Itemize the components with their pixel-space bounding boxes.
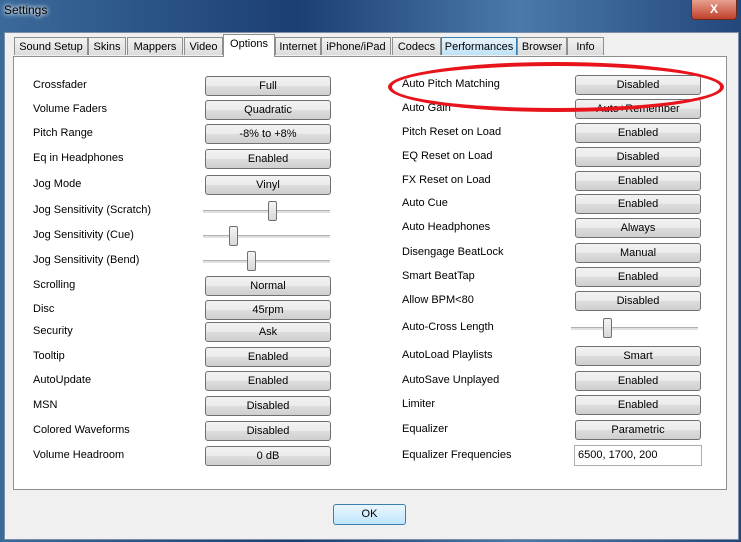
fx-reset-on-load-button[interactable]: Enabled — [575, 171, 701, 191]
auto-headphones-button[interactable]: Always — [575, 218, 701, 238]
disc-label: Disc — [33, 303, 55, 315]
auto-pitch-matching-label: Auto Pitch Matching — [402, 78, 500, 90]
slider-thumb[interactable] — [228, 226, 238, 246]
pitch-range-label: Pitch Range — [33, 127, 93, 139]
smart-beattap-label: Smart BeatTap — [402, 270, 475, 282]
tab-skins[interactable]: Skins — [88, 37, 126, 55]
auto-cross-length-slider[interactable] — [571, 318, 698, 338]
equalizer-label: Equalizer — [402, 423, 448, 435]
close-button[interactable]: X — [691, 0, 737, 20]
autoload-playlists-label: AutoLoad Playlists — [402, 349, 493, 361]
eq-reset-on-load-button[interactable]: Disabled — [575, 147, 701, 167]
pitch-reset-on-load-button[interactable]: Enabled — [575, 123, 701, 143]
allow-bpm-80-button[interactable]: Disabled — [575, 291, 701, 311]
volume-faders-label: Volume Faders — [33, 103, 107, 115]
equalizer-frequencies-label: Equalizer Frequencies — [402, 449, 512, 461]
auto-cross-length-label: Auto-Cross Length — [402, 321, 494, 333]
jog-mode-button[interactable]: Vinyl — [205, 175, 331, 195]
tab-performances[interactable]: Performances — [441, 37, 517, 55]
crossfader-button[interactable]: Full — [205, 76, 331, 96]
tab-mappers[interactable]: Mappers — [127, 37, 183, 55]
window-title: Settings — [4, 3, 48, 17]
eq-in-headphones-button[interactable]: Enabled — [205, 149, 331, 169]
msn-button[interactable]: Disabled — [205, 396, 331, 416]
eq-in-headphones-label: Eq in Headphones — [33, 152, 124, 164]
auto-gain-label: Auto Gain — [402, 102, 451, 114]
slider-track — [203, 210, 330, 213]
pitch-reset-on-load-label: Pitch Reset on Load — [402, 126, 502, 138]
disc-button[interactable]: 45rpm — [205, 300, 331, 320]
fx-reset-on-load-label: FX Reset on Load — [402, 174, 491, 186]
jog-sensitivity-cue-label: Jog Sensitivity (Cue) — [33, 229, 134, 241]
disengage-beatlock-button[interactable]: Manual — [575, 243, 701, 263]
scrolling-button[interactable]: Normal — [205, 276, 331, 296]
jog-sensitivity-cue-slider[interactable] — [203, 226, 330, 246]
jog-sensitivity-bend-slider[interactable] — [203, 251, 330, 271]
slider-track — [203, 235, 330, 238]
eq-reset-on-load-label: EQ Reset on Load — [402, 150, 493, 162]
tab-iphone-ipad[interactable]: iPhone/iPad — [321, 37, 391, 55]
slider-thumb[interactable] — [267, 201, 277, 221]
equalizer-frequencies-input[interactable]: 6500, 1700, 200 — [574, 445, 702, 466]
tab-internet[interactable]: Internet — [275, 37, 321, 55]
volume-headroom-button[interactable]: 0 dB — [205, 446, 331, 466]
auto-gain-button[interactable]: Auto+Remember — [575, 99, 701, 119]
autoupdate-label: AutoUpdate — [33, 374, 92, 386]
slider-thumb[interactable] — [602, 318, 612, 338]
equalizer-button[interactable]: Parametric — [575, 420, 701, 440]
autoload-playlists-button[interactable]: Smart — [575, 346, 701, 366]
tooltip-label: Tooltip — [33, 350, 65, 362]
tab-video[interactable]: Video — [184, 37, 223, 55]
smart-beattap-button[interactable]: Enabled — [575, 267, 701, 287]
jog-sensitivity-bend-label: Jog Sensitivity (Bend) — [33, 254, 140, 266]
crossfader-label: Crossfader — [33, 79, 87, 91]
tab-options[interactable]: Options — [223, 34, 275, 57]
colored-waveforms-button[interactable]: Disabled — [205, 421, 331, 441]
tab-browser[interactable]: Browser — [517, 37, 567, 55]
autosave-unplayed-label: AutoSave Unplayed — [402, 374, 500, 386]
auto-cue-button[interactable]: Enabled — [575, 194, 701, 214]
volume-headroom-label: Volume Headroom — [33, 449, 125, 461]
jog-mode-label: Jog Mode — [33, 178, 82, 190]
autosave-unplayed-button[interactable]: Enabled — [575, 371, 701, 391]
limiter-button[interactable]: Enabled — [575, 395, 701, 415]
ok-button[interactable]: OK — [333, 504, 406, 525]
jog-sensitivity-scratch-slider[interactable] — [203, 201, 330, 221]
auto-pitch-matching-button[interactable]: Disabled — [575, 75, 701, 95]
scrolling-label: Scrolling — [33, 279, 76, 291]
jog-sensitivity-scratch-label: Jog Sensitivity (Scratch) — [33, 204, 151, 216]
auto-cue-label: Auto Cue — [402, 197, 448, 209]
tab-sound-setup[interactable]: Sound Setup — [14, 37, 88, 55]
disengage-beatlock-label: Disengage BeatLock — [402, 246, 504, 258]
slider-track — [203, 260, 330, 263]
tab-codecs[interactable]: Codecs — [392, 37, 441, 55]
autoupdate-button[interactable]: Enabled — [205, 371, 331, 391]
msn-label: MSN — [33, 399, 58, 411]
slider-track — [571, 327, 698, 330]
security-button[interactable]: Ask — [205, 322, 331, 342]
allow-bpm-80-label: Allow BPM<80 — [402, 294, 474, 306]
tab-info[interactable]: Info — [567, 37, 604, 55]
colored-waveforms-label: Colored Waveforms — [33, 424, 130, 436]
slider-thumb[interactable] — [246, 251, 256, 271]
pitch-range-button[interactable]: -8% to +8% — [205, 124, 331, 144]
tooltip-button[interactable]: Enabled — [205, 347, 331, 367]
security-label: Security — [33, 325, 73, 337]
limiter-label: Limiter — [402, 398, 436, 410]
auto-headphones-label: Auto Headphones — [402, 221, 491, 233]
volume-faders-button[interactable]: Quadratic — [205, 100, 331, 120]
